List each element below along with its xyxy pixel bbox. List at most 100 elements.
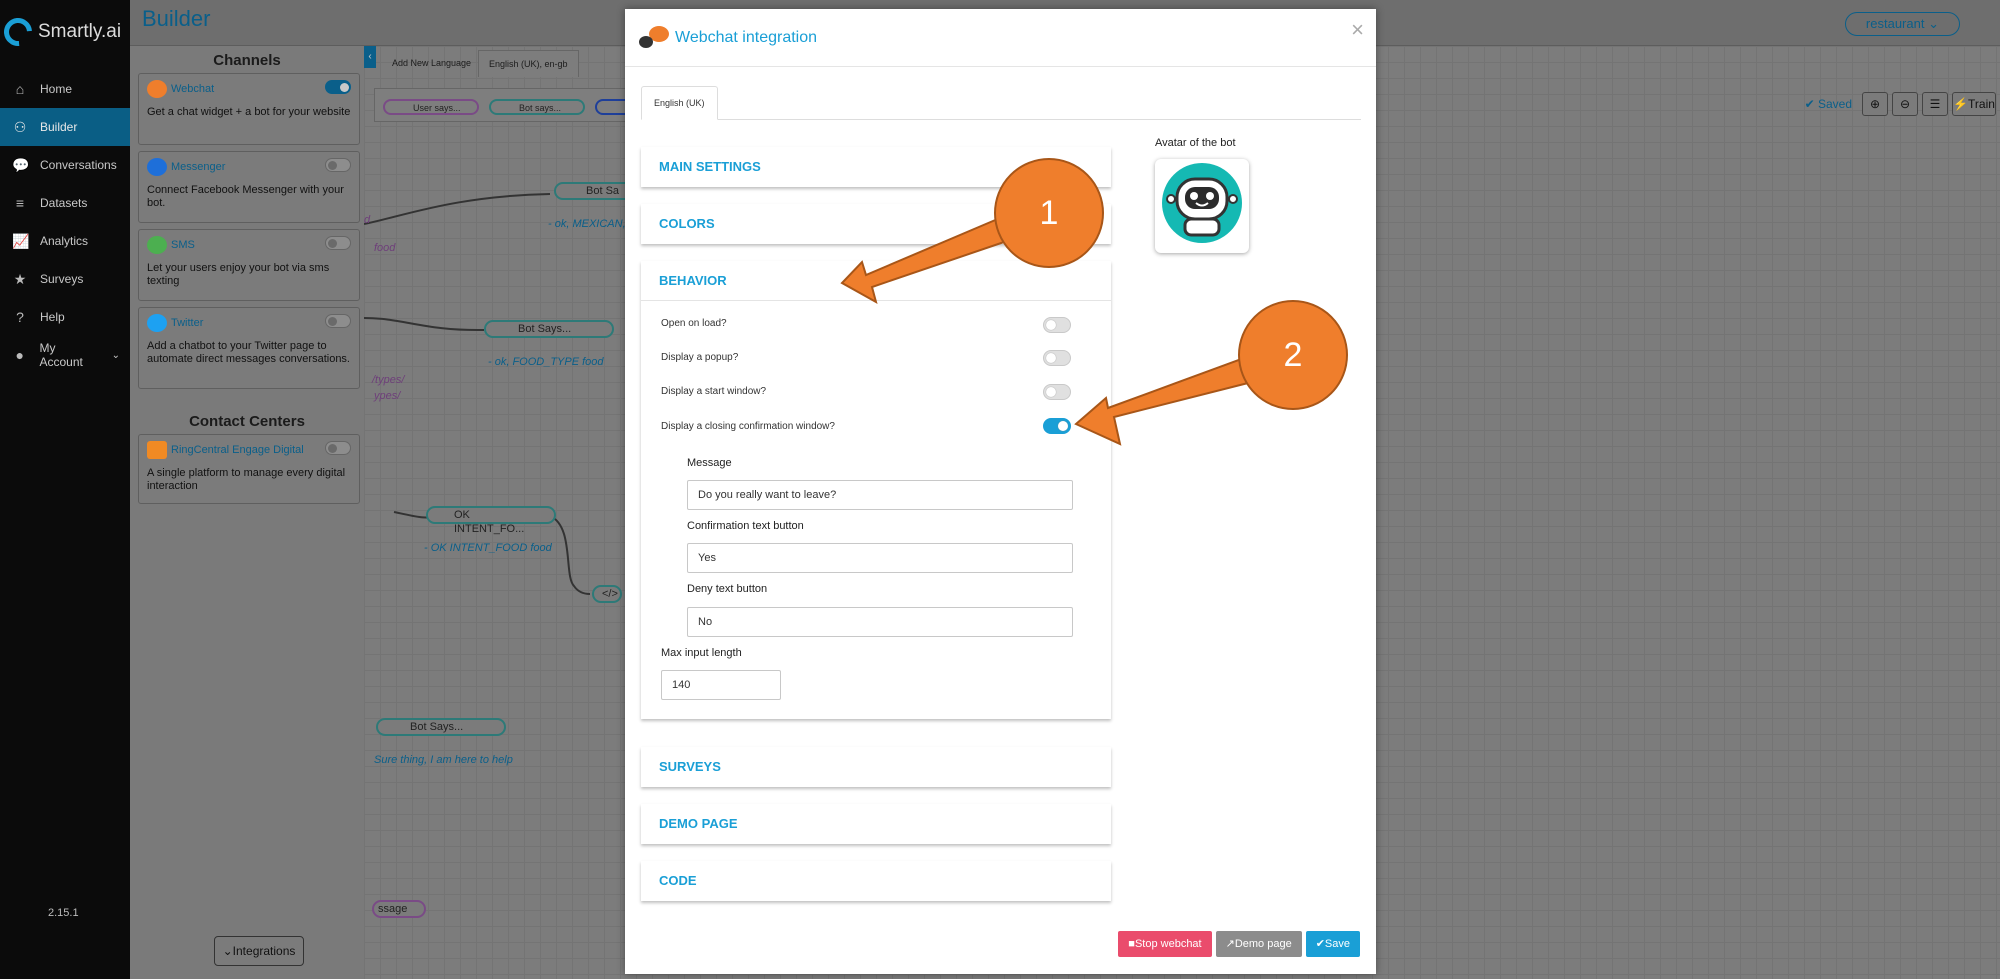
flow-text: ypes/ [374, 390, 401, 402]
bot-avatar[interactable] [1155, 159, 1249, 253]
zoom-out-icon[interactable]: ⊖ [1892, 92, 1918, 116]
channel-name[interactable]: Twitter [171, 317, 203, 329]
channel-description: Get a chat widget + a bot for your websi… [147, 106, 351, 118]
section-behavior: BEHAVIOR Open on load? Display a popup? … [641, 261, 1111, 719]
nav-label: Builder [40, 120, 78, 134]
bot-says-node[interactable]: Bot Says... [484, 320, 614, 338]
twitter-icon [147, 314, 167, 332]
flow-text: - ok, MEXICAN, [548, 218, 626, 230]
list-icon[interactable]: ☰ [1922, 92, 1948, 116]
nav-item-conversations[interactable]: 💬 Conversations [0, 146, 130, 184]
demo-page-button[interactable]: ↗Demo page [1215, 931, 1302, 957]
section-title[interactable]: BEHAVIOR [641, 261, 1111, 301]
check-icon: ✔ [1315, 938, 1325, 950]
flow-text: - ok, FOOD_TYPE food [488, 356, 604, 368]
button-label: Stop webchat [1134, 938, 1202, 950]
channel-card-twitter[interactable]: Twitter Add a chatbot to your Twitter pa… [138, 307, 360, 389]
max-length-input[interactable]: 140 [661, 670, 781, 700]
channel-card-sms[interactable]: SMS Let your users enjoy your bot via sm… [138, 229, 360, 301]
messenger-toggle[interactable] [325, 158, 351, 172]
nav-item-home[interactable]: ⌂ Home [0, 70, 130, 108]
bot-says-node[interactable]: Bot Says... [376, 718, 506, 736]
message-input[interactable]: Do you really want to leave? [687, 480, 1073, 510]
button-label: Demo page [1234, 938, 1292, 950]
section-code[interactable]: CODE [641, 861, 1111, 901]
twitter-toggle[interactable] [325, 314, 351, 328]
deny-label: Deny text button [687, 583, 768, 595]
display-popup-toggle[interactable] [1043, 350, 1071, 366]
channels-title: Channels [213, 52, 281, 69]
channel-name[interactable]: Webchat [171, 83, 214, 95]
channel-name[interactable]: Messenger [171, 161, 225, 173]
nav-item-surveys[interactable]: ★ Surveys [0, 260, 130, 298]
modal-title: Webchat integration [675, 28, 818, 46]
bot-selector[interactable]: restaurant ⌄ [1844, 12, 1960, 36]
nav-label: Surveys [40, 272, 84, 286]
channels-panel: Channels Webchat Get a chat widget + a b… [130, 46, 364, 979]
brand-name: Smartly.ai [38, 21, 122, 42]
saved-status: ✔ Saved [1804, 97, 1852, 111]
button-label: Save [1324, 938, 1350, 950]
section-title[interactable]: DEMO PAGE [641, 804, 1111, 844]
app-version: 2.15.1 [48, 907, 79, 919]
nav-label: Datasets [40, 196, 88, 210]
save-button[interactable]: ✔Save [1305, 931, 1360, 957]
channel-name[interactable]: SMS [171, 239, 195, 251]
nav-item-my-account[interactable]: ● My Account ⌄ [0, 336, 130, 374]
section-colors[interactable]: COLORS [641, 204, 1111, 244]
sidebar: Smartly.ai ⌂ Home ⚇ Builder 💬 Conversations… [0, 0, 130, 979]
language-tabs: English (UK) [641, 86, 1361, 120]
webchat-toggle[interactable] [325, 80, 351, 94]
nav-label: Home [40, 82, 73, 96]
integrations-label: Integrations [232, 944, 296, 958]
stop-webchat-button[interactable]: ■Stop webchat [1118, 931, 1212, 957]
confirmation-input[interactable]: Yes [687, 543, 1073, 573]
section-demo-page[interactable]: DEMO PAGE [641, 804, 1111, 844]
builder-icon: ⚇ [13, 118, 27, 135]
channel-card-ringcentral[interactable]: RingCentral Engage Digital A single plat… [138, 434, 360, 504]
train-button[interactable]: ⚡Train [1952, 92, 1996, 116]
message-node[interactable]: ssage [372, 900, 426, 918]
ringcentral-toggle[interactable] [325, 441, 351, 455]
main-nav: ⌂ Home ⚇ Builder 💬 Conversations ≡ Datasets … [0, 70, 130, 374]
line-chart-icon: 📈 [12, 232, 30, 249]
sms-toggle[interactable] [325, 236, 351, 250]
ringcentral-icon [147, 441, 167, 459]
channel-card-webchat[interactable]: Webchat Get a chat widget + a bot for yo… [138, 73, 360, 145]
app: Smartly.ai ⌂ Home ⚇ Builder 💬 Conversations… [0, 0, 2000, 979]
section-title[interactable]: CODE [641, 861, 1111, 901]
section-title[interactable]: COLORS [641, 204, 1111, 244]
display-start-window-toggle[interactable] [1043, 384, 1071, 400]
external-link-icon: ↗ [1225, 938, 1235, 950]
ok-intent-node[interactable]: OK INTENT_FO... [426, 506, 556, 535]
smartly-logo-icon [0, 12, 38, 52]
open-on-load-toggle[interactable] [1043, 317, 1071, 333]
integrations-button[interactable]: ⌄Integrations [214, 936, 304, 966]
message-label: Message [687, 457, 732, 469]
logo[interactable]: Smartly.ai [0, 12, 122, 52]
code-node-icon[interactable]: </> [592, 585, 622, 603]
channel-card-messenger[interactable]: Messenger Connect Facebook Messenger wit… [138, 151, 360, 223]
deny-input[interactable]: No [687, 607, 1073, 637]
messenger-icon [147, 158, 167, 176]
stop-icon: ■ [1128, 938, 1135, 950]
close-icon[interactable]: × [1351, 17, 1364, 43]
chevron-down-icon: ⌄ [1928, 16, 1939, 31]
section-main-settings[interactable]: MAIN SETTINGS [641, 147, 1111, 187]
nav-item-datasets[interactable]: ≡ Datasets [0, 184, 130, 222]
section-title[interactable]: SURVEYS [641, 747, 1111, 787]
channel-name[interactable]: RingCentral Engage Digital [171, 444, 304, 456]
nav-item-analytics[interactable]: 📈 Analytics [0, 222, 130, 260]
zoom-in-icon[interactable]: ⊕ [1862, 92, 1888, 116]
nav-item-builder[interactable]: ⚇ Builder [0, 108, 130, 146]
saved-label: Saved [1817, 97, 1852, 111]
closing-confirmation-toggle[interactable] [1043, 418, 1071, 434]
tab-english-uk[interactable]: English (UK) [641, 86, 718, 120]
nav-label: My Account [39, 341, 83, 369]
channel-description: Connect Facebook Messenger with your bot… [147, 184, 344, 209]
section-surveys[interactable]: SURVEYS [641, 747, 1111, 787]
flow-text: - OK INTENT_FOOD food [424, 542, 552, 554]
confirmation-label: Confirmation text button [687, 520, 804, 532]
nav-item-help[interactable]: ? Help [0, 298, 130, 336]
section-title[interactable]: MAIN SETTINGS [641, 147, 1111, 187]
